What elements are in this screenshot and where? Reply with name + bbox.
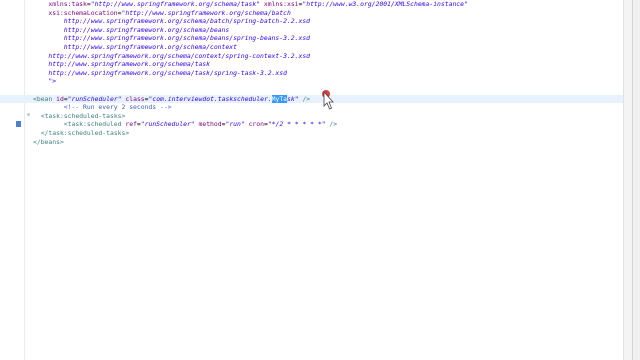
mouse-pointer-icon	[322, 90, 334, 110]
code-token: http://www.springframework.org/schema/be…	[63, 25, 230, 34]
code-token: http://www.springframework.org/schema/ta…	[48, 68, 287, 77]
code-token: http://www.springframework.org/schema/ta…	[48, 60, 210, 69]
code-token: "http://www.w3.org/2001/XMLSchema-instan…	[302, 0, 468, 8]
code-line[interactable]	[0, 86, 632, 94]
code-text[interactable]: <task:scheduled ref="runScheduler" metho…	[33, 120, 337, 128]
code-token: task:scheduled-tasks	[48, 129, 126, 137]
code-text[interactable]: ">	[33, 77, 56, 85]
code-token: bean	[36, 94, 53, 103]
code-text[interactable]: xmlns:task="http://www.springframework.o…	[33, 0, 468, 8]
code-token: >	[59, 137, 64, 146]
code-token: "http://www.springframework.org/schema/b…	[121, 8, 291, 17]
code-token: />	[302, 94, 311, 103]
code-token: "*/2 * * * * *"	[267, 120, 326, 129]
code-token: xmlns:task	[48, 0, 87, 8]
code-line[interactable]: http://www.springframework.org/schema/ta…	[0, 69, 632, 77]
code-token: id	[56, 94, 64, 103]
code-token: />	[329, 120, 338, 129]
code-text[interactable]: <!-- Run every 2 seconds -->	[33, 103, 172, 111]
code-text[interactable]: </task:scheduled-tasks>	[33, 129, 130, 137]
code-token: ">	[48, 77, 57, 86]
code-token: method	[198, 120, 222, 129]
code-line[interactable]: http://www.springframework.org/schema/be…	[0, 26, 632, 34]
fold-toggle-icon[interactable]: ⊝	[26, 112, 31, 118]
code-line[interactable]: </task:scheduled-tasks>	[0, 129, 632, 137]
code-line[interactable]: http://www.springframework.org/schema/co…	[0, 52, 632, 60]
code-token: >	[125, 129, 130, 137]
code-line[interactable]: <task:scheduled ref="runScheduler" metho…	[0, 120, 632, 128]
code-token: http://www.springframework.org/schema/co…	[63, 43, 237, 51]
code-line[interactable]: <!-- Run every 2 seconds -->	[0, 103, 632, 111]
code-token: http://www.springframework.org/schema/co…	[48, 51, 311, 60]
code-token: "com.interviewdot.taskscheduler.	[148, 94, 272, 103]
code-token: sk"	[287, 94, 299, 103]
code-text[interactable]: xsi:schemaLocation="http://www.springfra…	[33, 8, 291, 17]
bookmark-marker-icon[interactable]	[16, 121, 21, 128]
code-text[interactable]: http://www.springframework.org/schema/be…	[33, 26, 229, 34]
code-token: "runScheduler"	[140, 120, 195, 129]
code-line[interactable]: xmlns:task="http://www.springframework.o…	[0, 0, 632, 8]
code-token: http://www.springframework.org/schema/be…	[63, 34, 311, 43]
code-token: cron	[248, 120, 264, 129]
code-line[interactable]: http://www.springframework.org/schema/ta…	[0, 60, 632, 68]
code-token: xmlns:xsi	[263, 0, 299, 8]
code-text[interactable]: <task:scheduled-tasks>	[33, 111, 126, 120]
code-token: </	[33, 137, 41, 146]
code-text[interactable]: http://www.springframework.org/schema/co…	[33, 52, 310, 60]
code-token: "runScheduler"	[67, 94, 122, 103]
code-token: task:scheduled-tasks	[44, 111, 122, 120]
code-text[interactable]: <bean id="runScheduler" class="com.inter…	[33, 94, 311, 103]
code-line[interactable]: http://www.springframework.org/schema/be…	[0, 34, 632, 42]
code-line[interactable]: http://www.springframework.org/schema/co…	[0, 43, 632, 51]
code-token: "http://www.springframework.org/schema/t…	[90, 0, 261, 8]
code-line[interactable]: ">	[0, 77, 632, 85]
selected-text: MyTa	[271, 94, 288, 103]
code-token: http://www.springframework.org/schema/ba…	[63, 17, 311, 26]
code-text[interactable]: http://www.springframework.org/schema/ta…	[33, 60, 210, 68]
code-token: ref	[125, 120, 137, 129]
overview-ruler[interactable]	[623, 0, 632, 360]
code-text[interactable]: http://www.springframework.org/schema/be…	[33, 34, 310, 42]
code-token: beans	[40, 137, 60, 146]
code-token: <!-- Run every 2 seconds -->	[63, 103, 172, 112]
code-token: xsi:schemaLocation	[48, 8, 118, 17]
code-line[interactable]: </beans>	[0, 138, 632, 146]
code-line[interactable]: <bean id="runScheduler" class="com.inter…	[0, 94, 632, 103]
code-text[interactable]: http://www.springframework.org/schema/co…	[33, 43, 237, 51]
code-text[interactable]: </beans>	[33, 138, 64, 146]
code-token: class	[125, 94, 145, 103]
code-line[interactable]: http://www.springframework.org/schema/ba…	[0, 17, 632, 25]
code-token: task:scheduled	[67, 120, 122, 129]
code-text[interactable]: http://www.springframework.org/schema/ba…	[33, 17, 310, 25]
xml-editor[interactable]: xmlns:task="http://www.springframework.o…	[0, 0, 633, 360]
code-token: "run"	[225, 120, 245, 129]
code-token: >	[121, 111, 126, 120]
code-line[interactable]: ⊝ <task:scheduled-tasks>	[0, 112, 632, 120]
code-text[interactable]: http://www.springframework.org/schema/ta…	[33, 69, 287, 77]
code-line[interactable]: xsi:schemaLocation="http://www.springfra…	[0, 9, 632, 17]
